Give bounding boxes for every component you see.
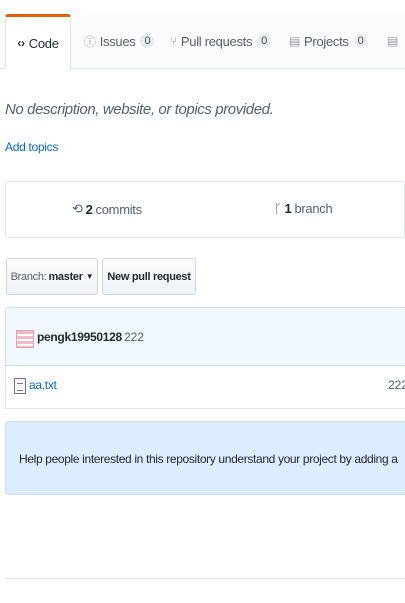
branches-link[interactable]: ᚴ 1 branch (274, 201, 333, 216)
tab-pull-requests-label: Pull requests (180, 33, 253, 49)
file-name-link[interactable]: aa.txt (29, 378, 57, 392)
file-icon (14, 378, 26, 394)
wiki-icon: ▤ (387, 34, 399, 48)
commits-label: commits (95, 201, 143, 217)
commit-author[interactable]: pengk19950128 (37, 330, 122, 344)
tab-issues[interactable]: ⓘ Issues 0 (84, 14, 155, 68)
tab-projects-label: Projects (304, 33, 349, 49)
tab-issues-label: Issues (99, 33, 136, 49)
tab-pull-requests-count: 0 (257, 34, 271, 48)
issue-icon: ⓘ (84, 34, 96, 49)
readme-prompt-banner: Help people interested in this repositor… (5, 421, 405, 495)
repo-summary: ⟲ 2 commits ᚴ 1 branch (5, 181, 405, 238)
file-commit-message[interactable]: 222 (388, 378, 405, 392)
code-icon: ‹› (17, 36, 25, 50)
tab-issues-count: 0 (140, 34, 155, 48)
history-icon: ⟲ (72, 201, 83, 216)
tab-code[interactable]: ‹› Code (5, 14, 71, 70)
repo-nav-tabs: ‹› Code ⓘ Issues 0 ⑂ Pull requests 0 ▤ P… (0, 14, 405, 70)
tab-code-label: Code (28, 35, 59, 51)
chevron-down-icon: ▼ (85, 272, 94, 281)
project-icon: ▤ (289, 34, 301, 48)
commits-count: 2 (85, 201, 93, 217)
divider (5, 578, 405, 579)
new-pr-label: New pull request (107, 270, 191, 283)
branch-name: master (48, 270, 83, 283)
branch-icon: ᚴ (274, 201, 282, 216)
tab-projects-count: 0 (353, 34, 368, 48)
readme-prompt-text: Help people interested in this repositor… (19, 452, 398, 466)
tab-projects[interactable]: ▤ Projects 0 (289, 14, 368, 68)
repo-description: No description, website, or topics provi… (5, 101, 274, 118)
add-topics-link[interactable]: Add topics (5, 140, 58, 154)
branch-label: branch (294, 201, 333, 216)
commit-message[interactable]: 222 (124, 330, 144, 344)
latest-commit-bar: pengk19950128 222 (5, 307, 405, 366)
tab-wiki[interactable]: ▤ (387, 14, 402, 68)
branch-prefix: Branch: (10, 270, 47, 283)
commits-link[interactable]: ⟲ 2 commits (72, 201, 142, 217)
tab-pull-requests[interactable]: ⑂ Pull requests 0 (170, 14, 271, 68)
branch-select-button[interactable]: Branch: master ▼ (6, 258, 98, 295)
file-row: aa.txt 222 (5, 365, 405, 409)
pull-request-icon: ⑂ (170, 34, 177, 48)
new-pull-request-button[interactable]: New pull request (102, 258, 196, 295)
branch-count: 1 (284, 201, 292, 216)
avatar[interactable] (16, 330, 34, 348)
